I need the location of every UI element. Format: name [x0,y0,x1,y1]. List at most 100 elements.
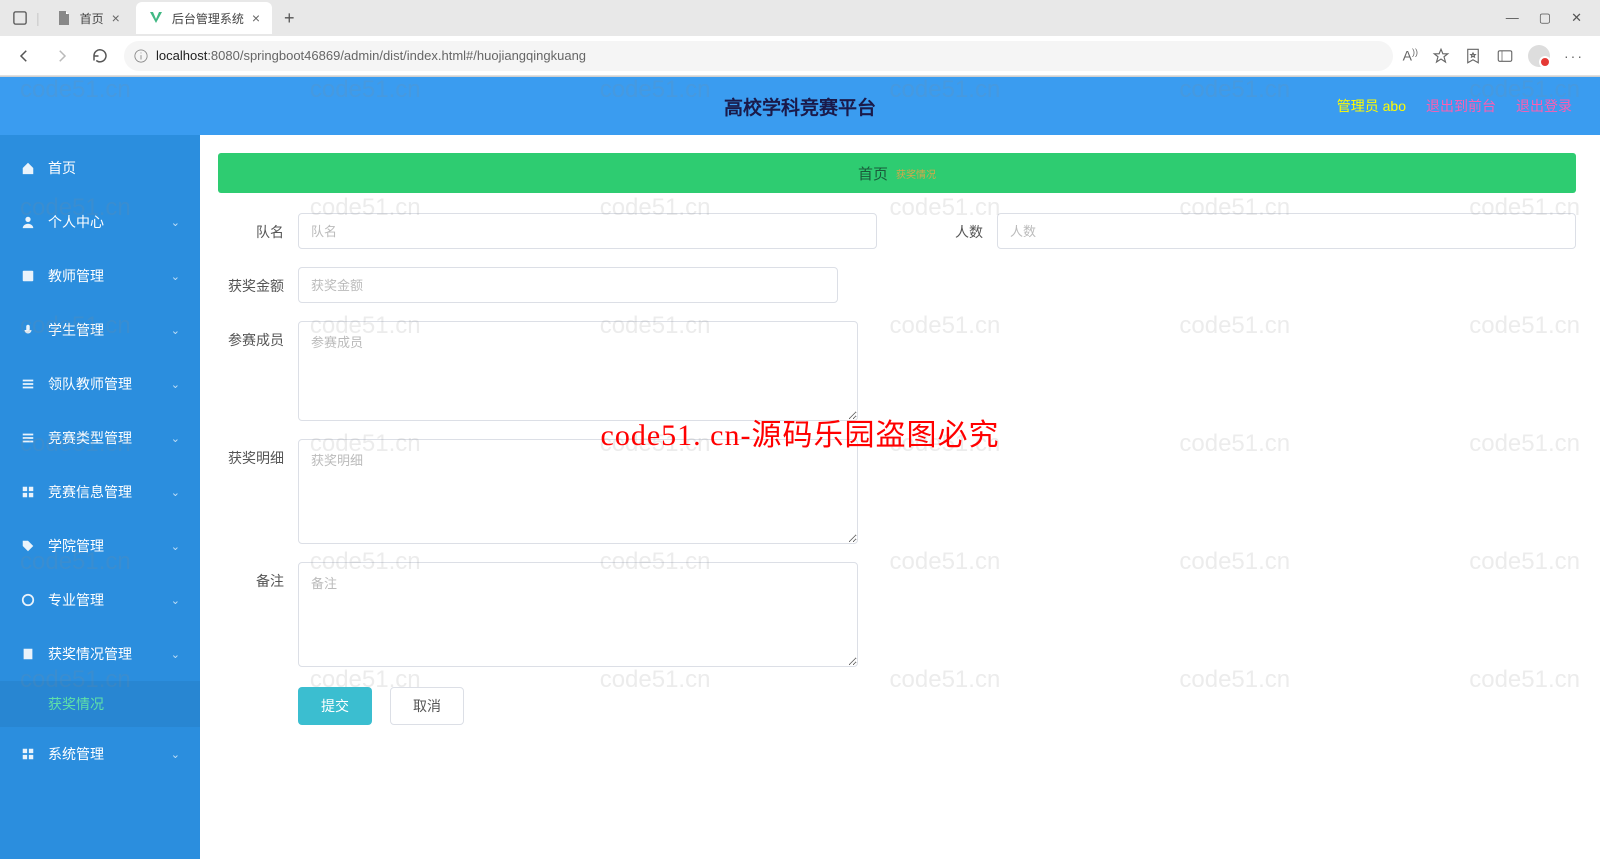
page-icon [56,10,72,26]
tag-icon [20,538,36,554]
sidebar-item-major[interactable]: 专业管理 ⌄ [0,573,200,627]
chevron-down-icon: ⌄ [171,748,180,761]
browser-tab-1[interactable]: 后台管理系统 × [136,2,272,34]
sidebar-item-system[interactable]: 系统管理 ⌄ [0,727,200,781]
close-icon[interactable]: × [252,10,260,26]
browser-chrome: | 首页 × 后台管理系统 × + — ▢ ✕ localhost:8080/s… [0,0,1600,77]
input-team-name[interactable] [298,213,877,249]
chevron-down-icon: ⌄ [171,378,180,391]
main-content: 首页 获奖情况 队名 人数 获奖金额 [200,135,1600,859]
sidebar: 首页 个人中心 ⌄ 教师管理 ⌄ 学生管理 ⌄ 领队教师管理 ⌄ [0,135,200,859]
browser-tab-0[interactable]: 首页 × [44,2,132,34]
close-icon[interactable]: × [112,10,120,26]
input-headcount[interactable] [997,213,1576,249]
field-headcount: 人数 [917,213,1576,249]
tab-overview-icon[interactable] [8,6,32,30]
list-icon [20,430,36,446]
admin-label[interactable]: 管理员 abo [1337,96,1406,116]
award-form: 队名 人数 获奖金额 参赛成员 [218,213,1576,725]
label-team-name: 队名 [218,213,298,242]
chevron-down-icon: ⌄ [171,648,180,661]
window-controls: — ▢ ✕ [1506,10,1592,26]
textarea-detail[interactable] [298,439,858,544]
maximize-icon[interactable]: ▢ [1539,10,1551,26]
favorites-icon[interactable] [1464,47,1482,65]
more-icon[interactable]: ··· [1564,48,1584,64]
textarea-note[interactable] [298,562,858,667]
input-amount[interactable] [298,267,838,303]
sidebar-item-label: 首页 [48,158,76,178]
sidebar-item-label: 专业管理 [48,590,104,610]
address-bar: localhost:8080/springboot46869/admin/dis… [0,36,1600,76]
chevron-down-icon: ⌄ [171,324,180,337]
sidebar-item-personal[interactable]: 个人中心 ⌄ [0,195,200,249]
sidebar-item-comp-info[interactable]: 竞赛信息管理 ⌄ [0,465,200,519]
chevron-down-icon: ⌄ [171,540,180,553]
label-amount: 获奖金额 [218,267,298,296]
sidebar-item-student[interactable]: 学生管理 ⌄ [0,303,200,357]
grid-icon [20,484,36,500]
url-path: :8080/springboot46869/admin/dist/index.h… [207,48,586,63]
app: 高校学科竞赛平台 管理员 abo 退出到前台 退出登录 首页 个人中心 ⌄ 教师… [0,77,1600,859]
breadcrumb-root[interactable]: 首页 [858,163,888,184]
url-host: localhost [156,48,207,63]
sidebar-item-label: 竞赛类型管理 [48,428,132,448]
chevron-down-icon: ⌄ [171,216,180,229]
info-icon [134,49,148,63]
sidebar-item-comp-type[interactable]: 竞赛类型管理 ⌄ [0,411,200,465]
field-members: 参赛成员 [218,321,858,421]
textarea-members[interactable] [298,321,858,421]
sidebar-item-college[interactable]: 学院管理 ⌄ [0,519,200,573]
sidebar-item-label: 个人中心 [48,212,104,232]
cancel-button[interactable]: 取消 [390,687,464,725]
sidebar-item-label: 领队教师管理 [48,374,132,394]
chevron-down-icon: ⌄ [171,270,180,283]
doc-icon [20,646,36,662]
field-detail: 获奖明细 [218,439,858,544]
sidebar-item-label: 学生管理 [48,320,104,340]
chevron-down-icon: ⌄ [171,594,180,607]
sidebar-item-label: 获奖情况管理 [48,644,132,664]
sidebar-item-lead-teacher[interactable]: 领队教师管理 ⌄ [0,357,200,411]
profile-avatar[interactable] [1528,45,1550,67]
collections-icon[interactable] [1496,47,1514,65]
minimize-icon[interactable]: — [1506,10,1519,26]
sidebar-item-teacher[interactable]: 教师管理 ⌄ [0,249,200,303]
grid-icon [20,746,36,762]
goto-front-link[interactable]: 退出到前台 [1426,96,1496,116]
tab-title: 后台管理系统 [172,10,244,27]
chevron-down-icon: ⌄ [171,432,180,445]
star-icon[interactable] [1432,47,1450,65]
field-team-name: 队名 [218,213,877,249]
breadcrumb-current: 获奖情况 [896,166,936,181]
sidebar-item-label: 竞赛信息管理 [48,482,132,502]
submit-button[interactable]: 提交 [298,687,372,725]
sidebar-item-award[interactable]: 获奖情况管理 ⌄ [0,627,200,681]
back-button[interactable] [10,42,38,70]
vue-icon [148,10,164,26]
url-box[interactable]: localhost:8080/springboot46869/admin/dis… [124,41,1393,71]
breadcrumb: 首页 获奖情况 [218,153,1576,193]
list-icon [20,376,36,392]
circle-icon [20,592,36,608]
field-note: 备注 [218,562,858,667]
forward-button[interactable] [48,42,76,70]
logout-link[interactable]: 退出登录 [1516,96,1572,116]
home-icon [20,160,36,176]
sidebar-item-label: 学院管理 [48,536,104,556]
refresh-button[interactable] [86,42,114,70]
tab-title: 首页 [80,10,104,27]
sidebar-item-home[interactable]: 首页 [0,141,200,195]
mic-icon [20,322,36,338]
book-icon [20,268,36,284]
app-title: 高校学科竞赛平台 [724,93,876,120]
sidebar-subitem-award-list[interactable]: 获奖情况 [0,681,200,727]
read-aloud-icon[interactable]: A)) [1403,47,1418,64]
label-members: 参赛成员 [218,321,298,350]
new-tab-button[interactable]: + [276,8,303,29]
label-detail: 获奖明细 [218,439,298,468]
sidebar-item-label: 教师管理 [48,266,104,286]
chevron-down-icon: ⌄ [171,486,180,499]
close-window-icon[interactable]: ✕ [1571,10,1582,26]
user-icon [20,214,36,230]
